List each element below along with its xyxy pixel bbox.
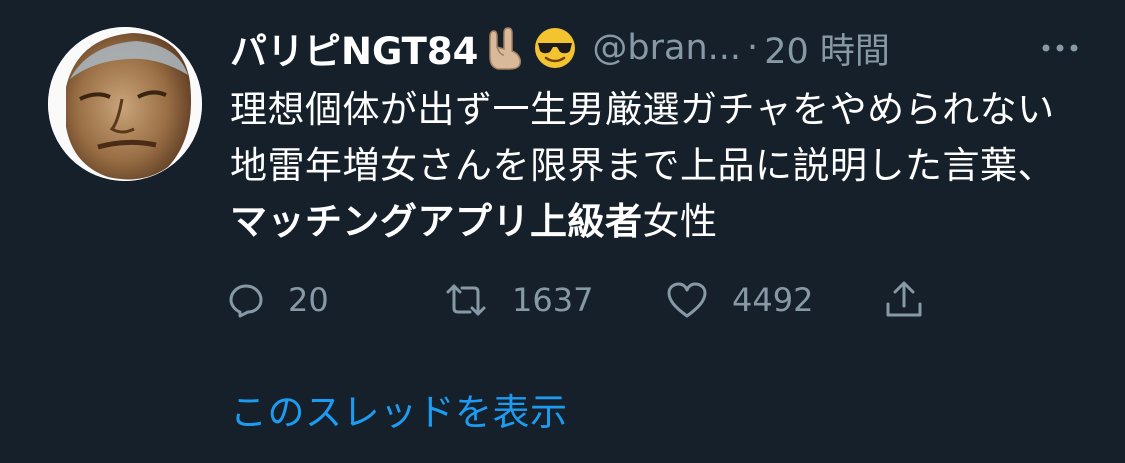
tweet-text-part-1: 理想個体が出ず一生男厳選ガチャをやめられない地雷年増女さんを限界まで上品に説明し… (230, 88, 1055, 187)
retweet-button[interactable]: 1637 (444, 268, 593, 332)
retweet-count: 1637 (512, 281, 594, 319)
avatar[interactable] (48, 27, 202, 181)
timestamp[interactable]: 20 時間 (764, 23, 890, 74)
like-button[interactable]: 4492 (666, 268, 813, 332)
tweet-text: 理想個体が出ず一生男厳選ガチャをやめられない地雷年増女さんを限界まで上品に説明し… (230, 82, 1060, 250)
separator-dot: · (747, 28, 759, 68)
heart-icon (667, 282, 707, 318)
tweet[interactable]: パリピNGT84 @bran... · 20 時間 理想個体が出ず一生男厳選ガチ… (0, 0, 1125, 463)
tweet-header: パリピNGT84 @bran... · 20 時間 (230, 18, 1110, 78)
share-icon (886, 281, 922, 317)
reply-icon (229, 284, 263, 318)
more-icon[interactable] (1038, 28, 1082, 68)
retweet-icon (446, 284, 486, 316)
like-count: 4492 (732, 281, 814, 319)
action-bar: 20 1637 4492 (228, 268, 948, 332)
sign-of-horns-emoji-icon (482, 25, 528, 71)
tweet-text-part-2: 女性 (642, 200, 718, 243)
tweet-text-bold: マッチングアプリ上級者 (230, 200, 643, 243)
reply-button[interactable]: 20 (228, 268, 329, 332)
reply-count: 20 (288, 281, 329, 319)
show-thread-link[interactable]: このスレッドを表示 (230, 382, 568, 436)
share-button[interactable] (884, 268, 924, 332)
sunglasses-emoji-icon (532, 25, 578, 71)
display-name[interactable]: パリピNGT84 (230, 21, 478, 75)
user-handle[interactable]: @bran... (592, 28, 741, 68)
